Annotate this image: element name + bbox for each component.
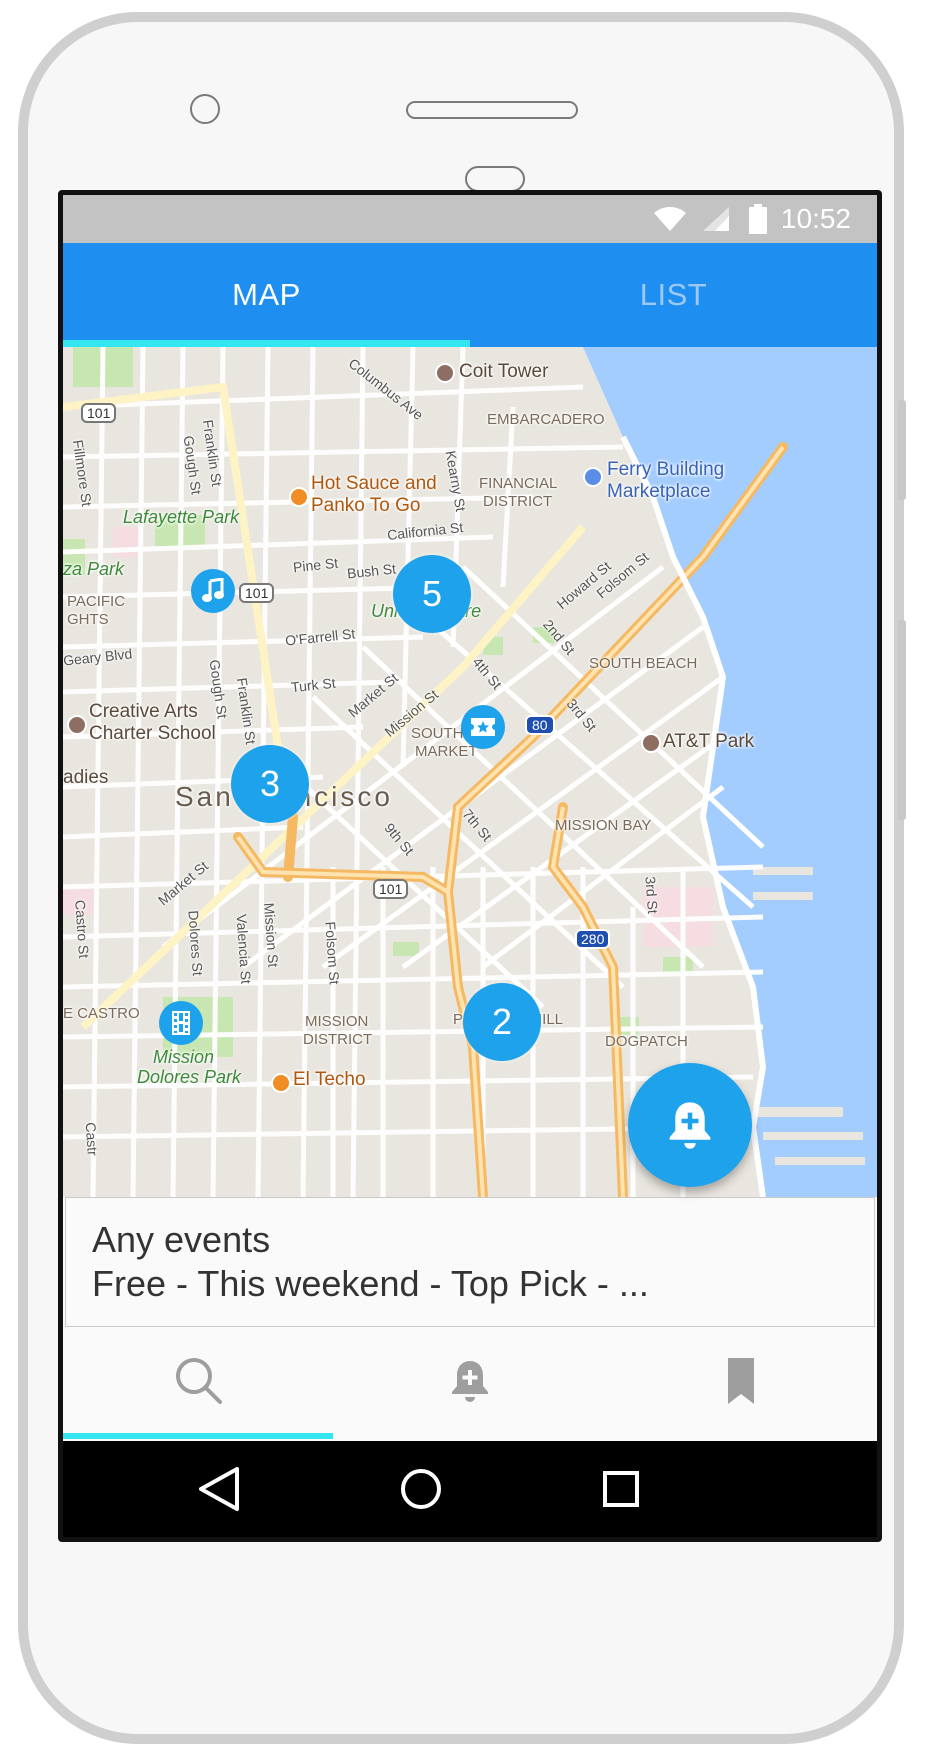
poi-icon bbox=[271, 1073, 291, 1093]
pacific-heights-label: GHTS bbox=[67, 611, 109, 628]
film-event-marker[interactable] bbox=[159, 1001, 203, 1045]
volume-button bbox=[898, 620, 906, 820]
device-screen: 10:52 MAP LIST 101 101 101 80 280 Columb… bbox=[58, 190, 882, 1542]
south-beach-label: SOUTH BEACH bbox=[589, 655, 698, 672]
south-market-label: SOUTH bbox=[411, 725, 464, 742]
ferry-building-label: Ferry Building bbox=[607, 459, 725, 480]
south-market-label: MARKET bbox=[415, 743, 478, 760]
event-cluster-marker[interactable]: 2 bbox=[463, 983, 541, 1061]
recents-icon bbox=[603, 1471, 639, 1507]
street-label: 3rd St bbox=[642, 875, 661, 915]
back-button[interactable] bbox=[191, 1461, 247, 1517]
map-view[interactable]: 101 101 101 80 280 Columbus Ave Kearny S… bbox=[63, 347, 877, 1197]
castro-label: E CASTRO bbox=[63, 1005, 140, 1022]
nav-bookmarks[interactable] bbox=[605, 1327, 876, 1435]
nav-indicator bbox=[63, 1433, 333, 1439]
poi-icon bbox=[67, 715, 87, 735]
home-icon bbox=[401, 1469, 441, 1509]
status-time: 10:52 bbox=[780, 203, 851, 234]
bookmark-icon bbox=[727, 1358, 754, 1404]
lafayette-park-label: Lafayette Park bbox=[123, 507, 240, 527]
hwy-280-shield: 280 bbox=[575, 929, 611, 949]
tab-list[interactable]: LIST bbox=[470, 243, 877, 347]
el-techo-label: El Techo bbox=[293, 1069, 366, 1090]
embarcadero-label: EMBARCADERO bbox=[487, 411, 605, 428]
pacific-heights-label: PACIFIC bbox=[67, 593, 126, 610]
att-park-label: AT&T Park bbox=[663, 731, 755, 752]
film-icon bbox=[172, 1011, 190, 1035]
ticket-event-marker[interactable] bbox=[461, 705, 505, 749]
add-alert-icon bbox=[669, 1102, 711, 1149]
dogpatch-label: DOGPATCH bbox=[605, 1033, 688, 1050]
hwy-101-shield: 101 bbox=[373, 879, 409, 899]
mission-district-label: DISTRICT bbox=[303, 1031, 373, 1048]
poi-label: adies bbox=[63, 767, 109, 788]
hot-sauce-label: Hot Sauce and bbox=[311, 473, 437, 494]
add-alert-icon bbox=[451, 1361, 488, 1402]
tab-indicator bbox=[63, 340, 470, 347]
recents-button[interactable] bbox=[593, 1461, 649, 1517]
status-bar: 10:52 bbox=[63, 195, 877, 243]
create-alert-fab[interactable] bbox=[628, 1063, 752, 1187]
cell-signal-icon bbox=[702, 207, 729, 231]
search-icon bbox=[175, 1358, 222, 1404]
system-navigation-bar bbox=[63, 1441, 877, 1537]
ferry-building-label: Marketplace bbox=[607, 481, 711, 502]
home-button[interactable] bbox=[393, 1461, 449, 1517]
creative-arts-label: Charter School bbox=[89, 723, 216, 744]
event-cluster-marker[interactable]: 5 bbox=[393, 555, 471, 633]
mission-dolores-label: Dolores Park bbox=[137, 1067, 242, 1087]
back-icon bbox=[199, 1467, 239, 1511]
nav-alerts[interactable] bbox=[334, 1327, 605, 1435]
coit-tower-label: Coit Tower bbox=[459, 361, 549, 382]
park-label: za Park bbox=[63, 559, 125, 579]
mission-dolores-label: Mission bbox=[153, 1047, 215, 1067]
street-label: Castr bbox=[82, 1121, 101, 1157]
wifi-icon bbox=[653, 207, 686, 231]
filter-summary: Free - This weekend - Top Pick - ... bbox=[92, 1263, 649, 1304]
mission-bay-label: MISSION BAY bbox=[555, 817, 652, 834]
tab-map[interactable]: MAP bbox=[63, 243, 470, 347]
poi-icon bbox=[289, 487, 309, 507]
hwy-101-shield: 101 bbox=[81, 403, 117, 423]
hot-sauce-label: Panko To Go bbox=[311, 495, 421, 516]
filter-title: Any events bbox=[92, 1219, 271, 1260]
poi-icon bbox=[583, 467, 603, 487]
financial-district-label: FINANCIAL bbox=[479, 475, 558, 492]
event-cluster-marker[interactable]: 3 bbox=[231, 745, 309, 823]
filter-summary-card[interactable]: Any events Free - This weekend - Top Pic… bbox=[65, 1197, 875, 1327]
music-icon bbox=[202, 578, 224, 602]
bottom-navigation bbox=[63, 1327, 877, 1441]
music-event-marker[interactable] bbox=[191, 569, 235, 613]
power-button bbox=[898, 400, 906, 500]
creative-arts-label: Creative Arts bbox=[89, 701, 198, 722]
poi-icon bbox=[435, 363, 455, 383]
hwy-80-shield: 80 bbox=[525, 715, 555, 735]
ticket-star-icon bbox=[471, 718, 495, 736]
front-camera bbox=[190, 94, 220, 124]
app-bar: MAP LIST bbox=[63, 243, 877, 347]
nav-search[interactable] bbox=[63, 1327, 334, 1435]
proximity-sensor bbox=[465, 166, 525, 192]
mission-district-label: MISSION bbox=[305, 1013, 369, 1030]
battery-icon bbox=[748, 204, 767, 234]
financial-district-label: DISTRICT bbox=[483, 493, 553, 510]
hwy-101-shield: 101 bbox=[239, 583, 275, 603]
poi-icon bbox=[641, 733, 661, 753]
earpiece-speaker bbox=[406, 101, 578, 119]
